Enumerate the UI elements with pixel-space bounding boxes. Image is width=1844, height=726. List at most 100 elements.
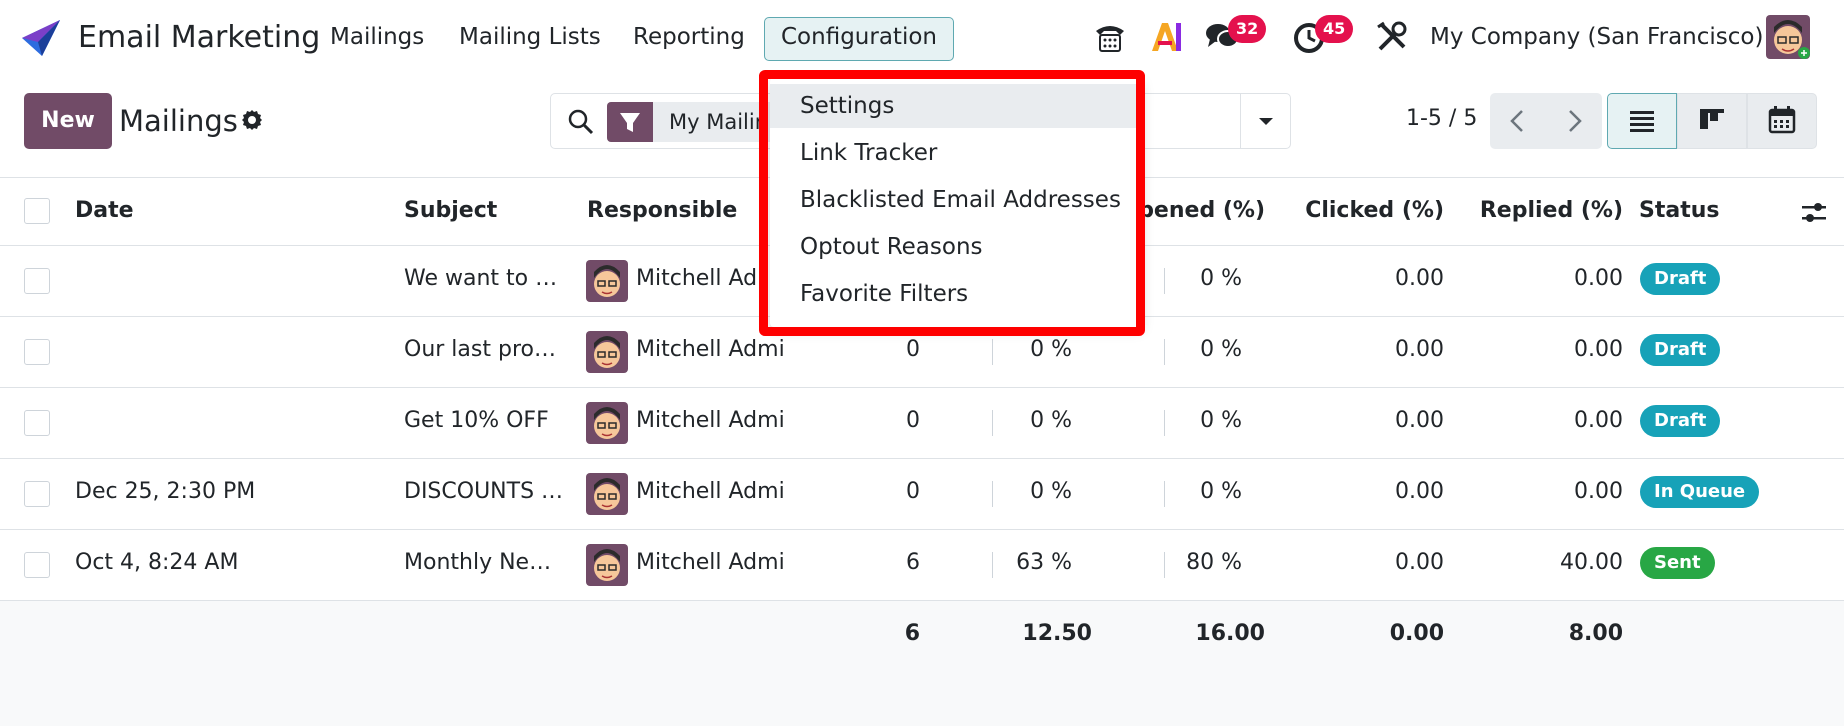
status-badge: Draft <box>1640 334 1721 366</box>
column-status[interactable]: Status <box>1639 198 1719 223</box>
cell-subject: We want to … <box>404 266 558 291</box>
progress-separator <box>1164 339 1165 365</box>
table-totals-row: 6 12.50 16.00 0.00 8.00 <box>0 601 1844 671</box>
cell-replied: 0.00 <box>1574 266 1623 291</box>
progress-separator <box>1164 410 1165 436</box>
menu-reporting[interactable]: Reporting <box>633 24 745 50</box>
debug-tools-icon[interactable] <box>1374 19 1410 55</box>
facet-label: My Mailin <box>669 110 769 134</box>
app-title[interactable]: Email Marketing <box>78 20 320 55</box>
chevron-right-icon <box>1569 110 1582 132</box>
page-title: Mailings <box>119 104 238 138</box>
select-all-checkbox[interactable] <box>24 198 50 224</box>
search-icon[interactable] <box>567 108 595 136</box>
progress-separator <box>992 552 993 578</box>
row-checkbox[interactable] <box>24 552 50 578</box>
list-view-icon <box>1630 111 1654 132</box>
cell-subject: Monthly Ne… <box>404 550 552 575</box>
cell-delivered: 63 % <box>1016 550 1072 575</box>
cell-subject: Get 10% OFF <box>404 408 549 433</box>
cell-subject: DISCOUNTS … <box>404 479 564 504</box>
column-subject[interactable]: Subject <box>404 198 497 223</box>
gear-icon[interactable] <box>240 108 264 132</box>
cell-delivered: 0 % <box>1030 337 1072 362</box>
email-marketing-logo-icon[interactable] <box>20 18 62 58</box>
total-delivered: 12.50 <box>1022 621 1092 646</box>
cell-subject: Our last pro… <box>404 337 556 362</box>
cell-replied: 0.00 <box>1574 337 1623 362</box>
optional-columns-toggle-icon[interactable] <box>1800 200 1828 226</box>
cell-clicked: 0.00 <box>1395 479 1444 504</box>
pager-previous-button[interactable] <box>1490 93 1546 149</box>
progress-separator <box>1164 268 1165 294</box>
column-clicked[interactable]: Clicked (%) <box>1290 198 1444 223</box>
calendar-view-button[interactable] <box>1747 93 1817 149</box>
menu-mailing-lists[interactable]: Mailing Lists <box>459 24 601 50</box>
search-options-toggle[interactable] <box>1240 94 1290 148</box>
column-replied[interactable]: Replied (%) <box>1470 198 1623 223</box>
cell-opened: 0 % <box>1200 408 1242 433</box>
filter-icon <box>620 113 640 132</box>
chevron-left-icon <box>1510 110 1523 132</box>
activities-badge: 45 <box>1315 15 1354 43</box>
total-opened: 16.00 <box>1195 621 1265 646</box>
cell-sent: 0 <box>906 479 920 504</box>
cell-sent: 0 <box>906 408 920 433</box>
column-date[interactable]: Date <box>75 198 134 223</box>
cell-clicked: 0.00 <box>1395 266 1444 291</box>
row-checkbox[interactable] <box>24 268 50 294</box>
list-view-button[interactable] <box>1607 93 1677 149</box>
user-avatar[interactable] <box>1766 15 1810 59</box>
table-row[interactable]: Dec 25, 2:30 PM DISCOUNTS … Mitchell Admi 0… <box>0 459 1844 530</box>
phone-icon[interactable] <box>1092 19 1128 55</box>
menu-mailings[interactable]: Mailings <box>330 24 424 50</box>
company-switcher[interactable]: My Company (San Francisco) <box>1430 24 1763 50</box>
cell-opened: 0 % <box>1200 266 1242 291</box>
status-badge: In Queue <box>1640 476 1760 508</box>
total-replied: 8.00 <box>1568 621 1623 646</box>
kanban-view-icon <box>1700 109 1724 129</box>
cell-date: Dec 25, 2:30 PM <box>75 479 256 504</box>
cell-responsible: Mitchell Admi <box>636 479 785 504</box>
pager-next-button[interactable] <box>1546 93 1602 149</box>
progress-separator <box>1164 552 1165 578</box>
new-button[interactable]: New <box>24 93 112 149</box>
row-checkbox[interactable] <box>24 481 50 507</box>
messages-badge: 32 <box>1228 15 1267 43</box>
table-row[interactable]: Oct 4, 8:24 AM Monthly Ne… Mitchell Admi 6 6… <box>0 530 1844 601</box>
avatar <box>586 473 628 515</box>
cell-responsible: Mitchell Admi <box>636 550 785 575</box>
avatar <box>586 402 628 444</box>
kanban-view-button[interactable] <box>1677 93 1747 149</box>
cell-clicked: 0.00 <box>1395 337 1444 362</box>
total-clicked: 0.00 <box>1389 621 1444 646</box>
cell-sent: 6 <box>906 550 920 575</box>
pager-value[interactable]: 1-5 / 5 <box>1406 106 1477 131</box>
progress-separator <box>992 339 993 365</box>
avatar <box>586 331 628 373</box>
top-navbar: Email Marketing Mailings Mailing Lists R… <box>0 0 1844 78</box>
cell-opened: 0 % <box>1200 479 1242 504</box>
cell-replied: 0.00 <box>1574 479 1623 504</box>
cell-replied: 40.00 <box>1560 550 1623 575</box>
column-responsible[interactable]: Responsible <box>587 198 737 223</box>
avatar <box>586 544 628 586</box>
cell-replied: 0.00 <box>1574 408 1623 433</box>
menu-configuration[interactable]: Configuration <box>764 17 954 61</box>
cell-delivered: 0 % <box>1030 408 1072 433</box>
cell-clicked: 0.00 <box>1395 550 1444 575</box>
row-checkbox[interactable] <box>24 410 50 436</box>
total-sent: 6 <box>904 621 920 646</box>
cell-responsible: Mitchell Admi <box>636 337 785 362</box>
row-checkbox[interactable] <box>24 339 50 365</box>
cell-delivered: 0 % <box>1030 479 1072 504</box>
avatar <box>586 260 628 302</box>
highlight-annotation-box <box>759 70 1145 336</box>
ai-icon[interactable] <box>1148 19 1184 55</box>
table-row[interactable]: Get 10% OFF Mitchell Admi 0 0 % 0 % 0.00 0.00 D… <box>0 388 1844 459</box>
cell-sent: 0 <box>906 337 920 362</box>
progress-separator <box>992 481 993 507</box>
status-badge: Draft <box>1640 405 1721 437</box>
status-badge: Draft <box>1640 263 1721 295</box>
progress-separator <box>992 410 993 436</box>
